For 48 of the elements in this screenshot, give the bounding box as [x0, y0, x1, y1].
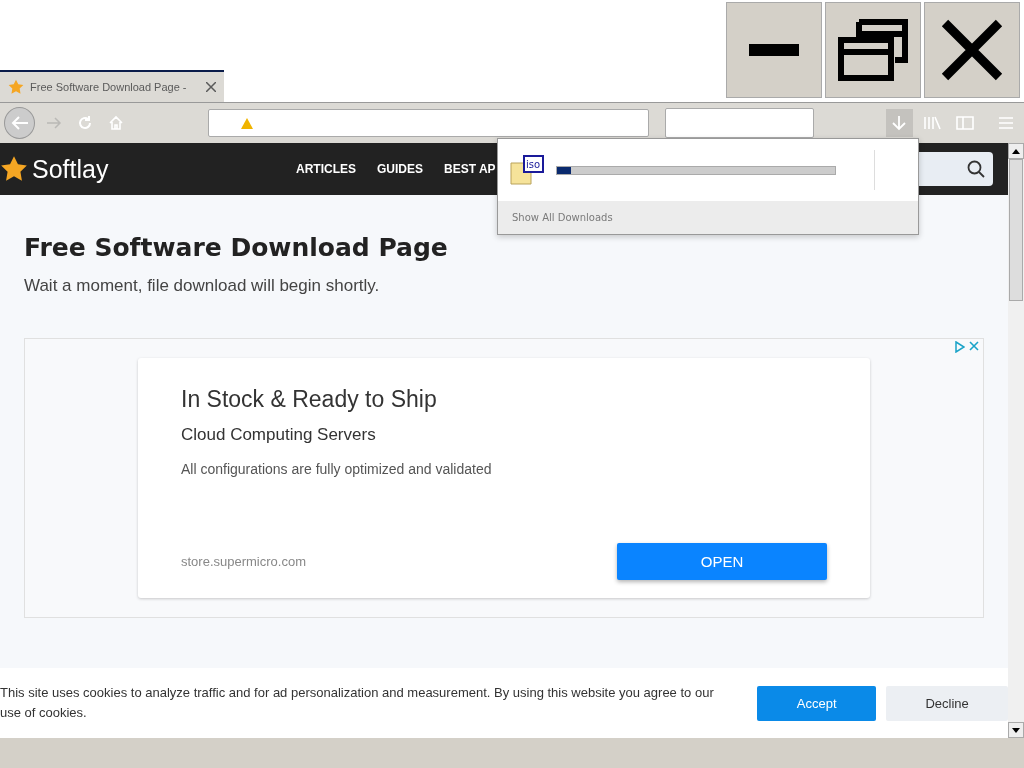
address-bar[interactable]	[208, 109, 649, 137]
tab-title: Free Software Download Page -	[30, 81, 188, 93]
scroll-down-button[interactable]	[1008, 722, 1024, 738]
ad-subhead: Cloud Computing Servers	[181, 425, 377, 445]
close-icon[interactable]	[206, 82, 216, 92]
scroll-thumb[interactable]	[1009, 159, 1023, 301]
browser-tab[interactable]: Free Software Download Page -	[0, 70, 224, 102]
cookie-text: This site uses cookies to analyze traffic and for ad personalization and measurement. By using this website you agree to our use of cookies.	[0, 684, 715, 722]
scroll-up-button[interactable]	[1008, 143, 1024, 159]
downloads-button[interactable]	[885, 109, 913, 137]
minimize-icon	[749, 44, 799, 56]
ad-domain: store.supermicro.com	[181, 554, 306, 569]
close-icon[interactable]	[969, 341, 979, 351]
ad-choices-icon[interactable]	[955, 341, 965, 353]
sidebar-icon	[956, 116, 975, 130]
star-icon	[0, 155, 28, 183]
accept-button[interactable]: Accept	[757, 685, 877, 721]
restore-icon	[837, 18, 909, 82]
nav-link[interactable]: ARTICLES	[296, 162, 356, 176]
reload-icon	[76, 115, 93, 131]
arrow-right-icon	[45, 117, 62, 129]
search-icon	[967, 160, 985, 178]
open-button[interactable]: OPEN	[617, 543, 827, 580]
minimize-button[interactable]	[726, 2, 822, 98]
page-title: Free Software Download Page	[24, 233, 449, 262]
arrow-left-icon	[10, 116, 29, 130]
triangle-down-icon	[1012, 727, 1020, 733]
library-icon	[923, 116, 942, 130]
restore-button[interactable]	[825, 2, 921, 98]
search-field[interactable]	[664, 108, 814, 138]
close-button[interactable]	[924, 2, 1020, 98]
star-icon	[8, 79, 24, 95]
menu-icon	[999, 117, 1014, 129]
home-icon	[107, 115, 124, 131]
show-all-downloads-button[interactable]: Show All Downloads	[498, 201, 918, 234]
nav-link[interactable]: GUIDES	[377, 162, 423, 176]
download-arrow-icon	[892, 115, 907, 131]
triangle-up-icon	[1012, 148, 1020, 154]
warning-icon	[241, 117, 254, 129]
decline-button[interactable]: Decline	[886, 685, 1008, 721]
close-icon	[941, 19, 1003, 81]
ad-body: All configurations are fully optimized and validated	[181, 461, 493, 477]
site-logo[interactable]: Softlay	[32, 154, 109, 184]
back-button[interactable]	[4, 107, 35, 139]
scrollbar[interactable]	[1008, 143, 1024, 738]
nav-link[interactable]: BEST AP	[444, 162, 496, 176]
ad-headline: In Stock & Ready to Ship	[181, 386, 438, 413]
page-subtitle: Wait a moment, file download will begin shortly.	[24, 276, 381, 296]
